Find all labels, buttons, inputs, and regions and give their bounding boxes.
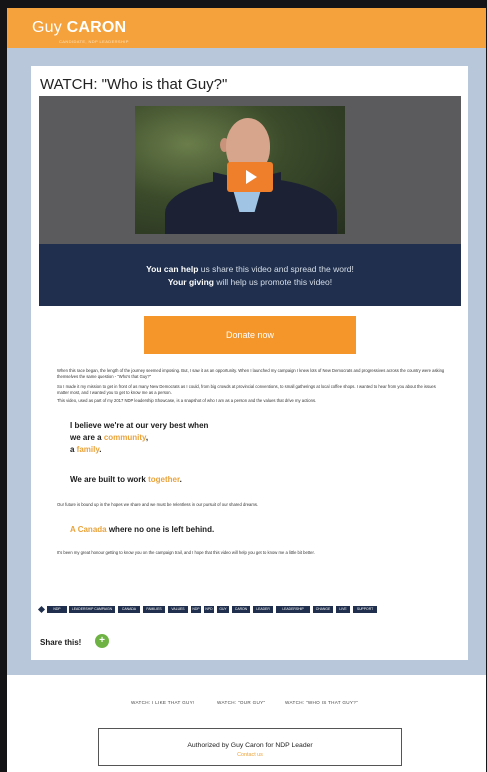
tag-chip[interactable]: NPD <box>204 606 214 613</box>
intro-paragraph: When this race began, the length of the … <box>57 368 445 379</box>
tag-chip[interactable]: NDP <box>191 606 201 613</box>
tag-chip[interactable]: NDP <box>47 606 67 613</box>
banner-line-2: Your giving will help us promote this vi… <box>39 277 461 287</box>
share-plus-icon[interactable] <box>95 634 109 648</box>
banner-line-1: You can help us share this video and spr… <box>39 264 461 274</box>
banner-line-2-text: will help us promote this video! <box>214 277 333 287</box>
site-logo[interactable]: Guy CARON <box>32 19 126 37</box>
top-bar: Guy CARON CANDIDATE, NDP LEADERSHIP <box>7 8 486 48</box>
authorization-text: Authorized by Guy Caron for NDP Leader <box>187 742 313 749</box>
footer-link-who-is-that-guy[interactable]: WATCH: "WHO IS THAT GUY?" <box>285 700 358 705</box>
logo-tagline: CANDIDATE, NDP LEADERSHIP <box>59 39 129 44</box>
authorization-box: Authorized by Guy Caron for NDP Leader C… <box>98 728 402 766</box>
closing-paragraph: It's been my great honour getting to kno… <box>57 550 315 555</box>
video-player[interactable] <box>39 96 461 244</box>
contact-link[interactable]: Contact us <box>99 752 401 758</box>
tag-chip[interactable]: SUPPORT <box>353 606 377 613</box>
video-paragraph: This video, used as part of my 2017 NDP … <box>57 398 317 403</box>
quote-community-line-2: we are a community, <box>70 433 149 442</box>
video-share-banner: You can help us share this video and spr… <box>39 244 461 306</box>
tag-chip[interactable]: VALUES <box>168 606 188 613</box>
page-frame: Guy CARON CANDIDATE, NDP LEADERSHIP WATC… <box>7 8 486 772</box>
play-icon[interactable] <box>227 162 273 192</box>
tag-icon <box>37 605 46 614</box>
footer-link-i-like-that-guy[interactable]: WATCH: I LIKE THAT GUY! <box>131 700 195 705</box>
logo-first-name: Guy <box>32 19 67 36</box>
mission-paragraph: So I made it my mission to get in front … <box>57 384 436 395</box>
tag-chip[interactable]: LEADER <box>253 606 273 613</box>
quote-community-line-1: I believe we're at our very best when <box>70 421 209 430</box>
tag-chip[interactable]: FAMILIES <box>143 606 165 613</box>
tag-chip[interactable]: CANADA <box>118 606 140 613</box>
tag-chip[interactable]: CHANGE <box>313 606 333 613</box>
quote-together: We are built to work together. <box>70 475 182 484</box>
video-thumbnail[interactable] <box>135 106 345 234</box>
share-label: Share this! <box>40 638 82 647</box>
tag-chip[interactable]: GUY <box>217 606 229 613</box>
quote-community: I believe we're at our very best when we… <box>70 420 208 456</box>
quote-canada: A Canada where no one is left behind. <box>70 525 215 534</box>
quote-community-line-3: a family. <box>70 445 102 454</box>
tag-chip[interactable]: LEADERSHIP <box>276 606 310 613</box>
tag-chip[interactable]: LIVE <box>336 606 350 613</box>
logo-last-name: CARON <box>66 19 127 36</box>
donate-button[interactable]: Donate now <box>144 316 356 354</box>
tag-list: NDP LEADERSHIP CAMPAIGN CANADA FAMILIES VALU… <box>37 605 461 614</box>
page-title: WATCH: "Who is that Guy?" <box>40 76 228 93</box>
content-card: WATCH: "Who is that Guy?" You can help u… <box>31 66 468 660</box>
footer: WATCH: I LIKE THAT GUY! WATCH: "OUR GUY"… <box>7 675 486 772</box>
banner-line-2-bold: Your giving <box>167 277 214 287</box>
future-paragraph: Our future is bound up in the hopes we s… <box>57 502 259 507</box>
banner-line-1-text: us share this video and spread the word! <box>198 264 354 274</box>
tag-chip[interactable]: CARON <box>232 606 250 613</box>
tag-chip[interactable]: LEADERSHIP CAMPAIGN <box>69 606 115 613</box>
footer-link-our-guy[interactable]: WATCH: "OUR GUY" <box>217 700 265 705</box>
banner-line-1-bold: You can help <box>146 264 199 274</box>
